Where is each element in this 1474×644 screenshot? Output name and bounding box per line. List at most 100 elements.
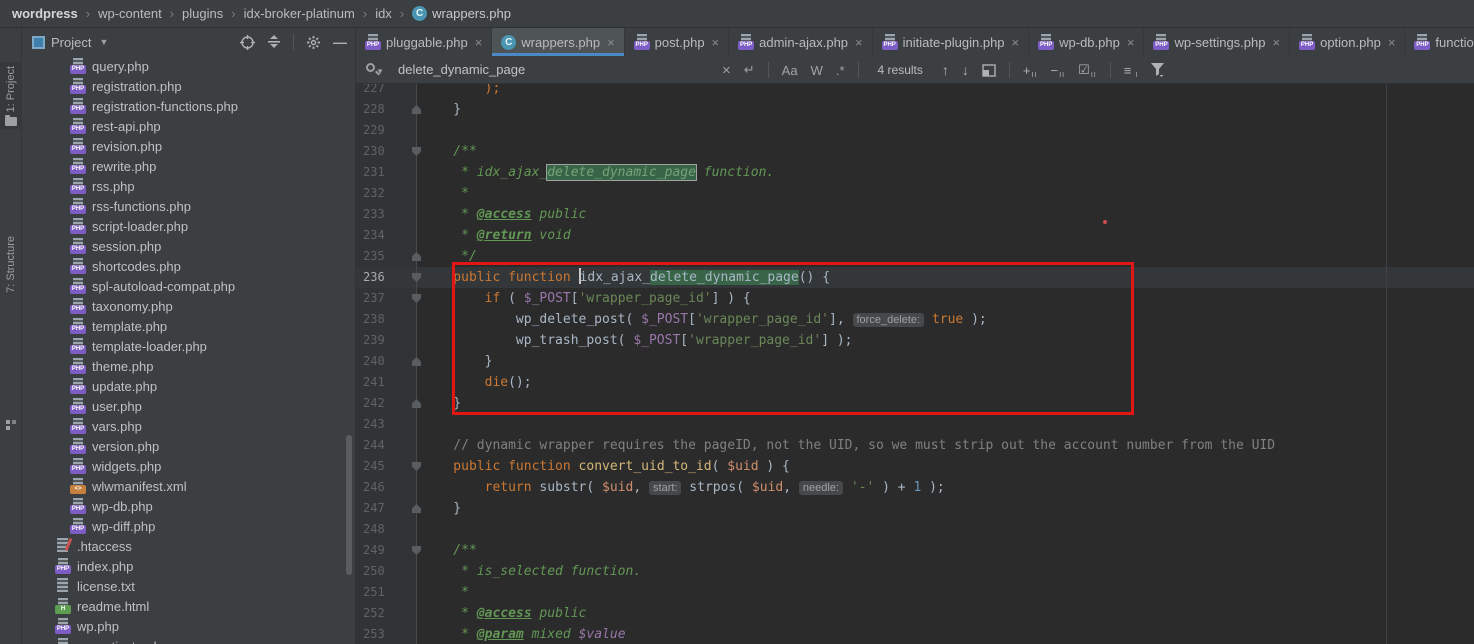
- code-text[interactable]: [417, 417, 422, 432]
- tab-functions.php[interactable]: PHPfunctions.php×: [1405, 28, 1474, 56]
- code-line-230[interactable]: 230 /**: [355, 141, 1474, 162]
- tree-item[interactable]: PHPrest-api.php: [22, 116, 355, 136]
- breadcrumb-item[interactable]: wordpress: [12, 6, 78, 21]
- previous-occurrence-icon[interactable]: ↑: [942, 62, 949, 78]
- search-icon[interactable]: ▼: [366, 63, 384, 77]
- clear-search-icon[interactable]: ×: [722, 62, 731, 79]
- code-line-228[interactable]: 228 }: [355, 99, 1474, 120]
- chevron-down-icon[interactable]: ▼: [99, 37, 108, 47]
- code-text[interactable]: }: [417, 102, 461, 117]
- code-text[interactable]: }: [417, 501, 461, 516]
- close-icon[interactable]: ×: [607, 35, 615, 50]
- whole-words-toggle[interactable]: W: [811, 63, 823, 78]
- breadcrumb-item[interactable]: idx-broker-platinum: [244, 6, 355, 21]
- code-text[interactable]: /**: [417, 144, 477, 159]
- code-text[interactable]: * is_selected function.: [417, 564, 641, 579]
- tree-item[interactable]: PHPwp-db.php: [22, 496, 355, 516]
- close-icon[interactable]: ×: [855, 35, 863, 50]
- code-line-249[interactable]: 249 /**: [355, 540, 1474, 561]
- new-line-icon[interactable]: ↵: [744, 62, 755, 78]
- code-text[interactable]: * @return void: [417, 228, 571, 243]
- close-icon[interactable]: ×: [712, 35, 720, 50]
- filter-lines-icon[interactable]: ≡I: [1124, 63, 1139, 78]
- code-line-229[interactable]: 229: [355, 120, 1474, 141]
- tree-item[interactable]: .htaccess: [22, 536, 355, 556]
- close-icon[interactable]: ×: [1012, 35, 1020, 50]
- close-icon[interactable]: ×: [475, 35, 483, 50]
- regex-toggle[interactable]: .*: [836, 63, 845, 78]
- search-input[interactable]: delete_dynamic_page: [398, 62, 525, 77]
- tool-button-project[interactable]: 1: Project: [0, 62, 22, 129]
- code-text[interactable]: /**: [417, 543, 477, 558]
- breadcrumb-item[interactable]: idx: [375, 6, 392, 21]
- tab-admin-ajax.php[interactable]: PHPadmin-ajax.php×: [729, 28, 872, 56]
- code-text[interactable]: *: [417, 186, 469, 201]
- tab-wrappers.php[interactable]: Cwrappers.php×: [492, 28, 624, 56]
- tree-item[interactable]: PHPtaxonomy.php: [22, 296, 355, 316]
- tree-item[interactable]: PHPtemplate-loader.php: [22, 336, 355, 356]
- tab-option.php[interactable]: PHPoption.php×: [1290, 28, 1405, 56]
- code-text[interactable]: *: [417, 585, 469, 600]
- project-panel-title[interactable]: Project: [51, 35, 91, 50]
- tree-item[interactable]: PHPrss-functions.php: [22, 196, 355, 216]
- code-text[interactable]: );: [417, 84, 500, 96]
- tree-item[interactable]: PHPrevision.php: [22, 136, 355, 156]
- tab-wp-settings.php[interactable]: PHPwp-settings.php×: [1144, 28, 1290, 56]
- code-text[interactable]: // dynamic wrapper requires the pageID, …: [417, 438, 1275, 453]
- code-text[interactable]: [417, 123, 422, 138]
- open-in-find-window-icon[interactable]: [982, 64, 996, 77]
- tree-item[interactable]: PHPregistration-functions.php: [22, 96, 355, 116]
- add-selection-icon[interactable]: +II: [1023, 63, 1038, 78]
- code-line-247[interactable]: 247 }: [355, 498, 1474, 519]
- code-line-248[interactable]: 248: [355, 519, 1474, 540]
- tree-item[interactable]: PHPsession.php: [22, 236, 355, 256]
- tree-item[interactable]: PHPshortcodes.php: [22, 256, 355, 276]
- tree-item[interactable]: PHPindex.php: [22, 556, 355, 576]
- code-line-251[interactable]: 251 *: [355, 582, 1474, 603]
- code-line-232[interactable]: 232 *: [355, 183, 1474, 204]
- tab-post.php[interactable]: PHPpost.php×: [625, 28, 729, 56]
- code-text[interactable]: public function convert_uid_to_id( $uid …: [417, 459, 790, 474]
- gear-icon[interactable]: [306, 35, 321, 50]
- close-icon[interactable]: ×: [1388, 35, 1396, 50]
- code-line-253[interactable]: 253 * @param mixed $value: [355, 624, 1474, 644]
- close-icon[interactable]: ×: [1127, 35, 1135, 50]
- tree-item[interactable]: license.txt: [22, 576, 355, 596]
- tree-item[interactable]: PHPtheme.php: [22, 356, 355, 376]
- close-icon[interactable]: ×: [1273, 35, 1281, 50]
- tree-item[interactable]: PHPtemplate.php: [22, 316, 355, 336]
- code-text[interactable]: * @access public: [417, 207, 586, 222]
- structure-grid-icon[interactable]: [6, 420, 16, 430]
- remove-selection-icon[interactable]: −II: [1050, 63, 1065, 78]
- code-line-233[interactable]: 233 * @access public: [355, 204, 1474, 225]
- tree-scrollbar[interactable]: [346, 435, 352, 575]
- tree-item[interactable]: PHPscript-loader.php: [22, 216, 355, 236]
- code-editor[interactable]: 227 );228 }229230 /**231 * idx_ajax_dele…: [355, 84, 1474, 644]
- code-line-250[interactable]: 250 * is_selected function.: [355, 561, 1474, 582]
- next-occurrence-icon[interactable]: ↓: [962, 62, 969, 78]
- tree-item[interactable]: PHPwp-activate.php: [22, 636, 355, 644]
- breadcrumb-item[interactable]: wp-content: [98, 6, 162, 21]
- tab-initiate-plugin.php[interactable]: PHPinitiate-plugin.php×: [873, 28, 1030, 56]
- code-text[interactable]: return substr( $uid, start: strpos( $uid…: [417, 480, 945, 495]
- code-text[interactable]: * idx_ajax_delete_dynamic_page function.: [417, 165, 774, 180]
- breadcrumb-file[interactable]: Cwrappers.php: [412, 6, 511, 21]
- code-line-234[interactable]: 234 * @return void: [355, 225, 1474, 246]
- tree-item[interactable]: PHPquery.php: [22, 56, 355, 76]
- tab-pluggable.php[interactable]: PHPpluggable.php×: [356, 28, 492, 56]
- tab-wp-db.php[interactable]: PHPwp-db.php×: [1029, 28, 1144, 56]
- tree-item[interactable]: PHPuser.php: [22, 396, 355, 416]
- tree-item[interactable]: PHPrewrite.php: [22, 156, 355, 176]
- tree-item[interactable]: <>wlwmanifest.xml: [22, 476, 355, 496]
- code-text[interactable]: * @param mixed $value: [417, 627, 626, 642]
- code-text[interactable]: [417, 522, 422, 537]
- tree-item[interactable]: PHPupdate.php: [22, 376, 355, 396]
- tree-item[interactable]: PHPwp.php: [22, 616, 355, 636]
- tree-item[interactable]: PHPwidgets.php: [22, 456, 355, 476]
- tree-item[interactable]: PHPvars.php: [22, 416, 355, 436]
- select-all-occurrences-icon[interactable]: ☑II: [1078, 62, 1097, 78]
- locate-file-icon[interactable]: [240, 35, 255, 50]
- tree-item[interactable]: PHPversion.php: [22, 436, 355, 456]
- code-line-231[interactable]: 231 * idx_ajax_delete_dynamic_page funct…: [355, 162, 1474, 183]
- tree-item[interactable]: PHPregistration.php: [22, 76, 355, 96]
